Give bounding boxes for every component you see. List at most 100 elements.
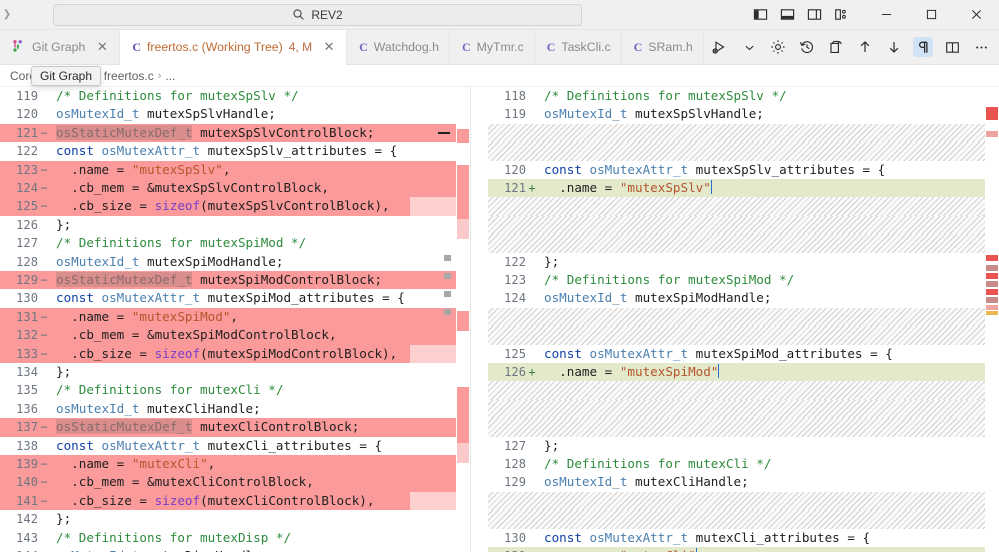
code-line[interactable]: 122}; — [488, 253, 999, 271]
chevron-down-icon[interactable] — [739, 37, 759, 57]
split-editor-icon[interactable] — [942, 37, 962, 57]
code-line[interactable]: 138 const osMutexAttr_t mutexCli_attribut… — [0, 437, 470, 455]
original-overview-ruler[interactable] — [456, 87, 470, 552]
code-line[interactable]: 133− .cb_size = sizeof(mutexSpiModContro… — [0, 344, 470, 363]
code-line[interactable]: 123 /* Definitions for mutexSpiMod */ — [488, 271, 999, 289]
code-line-content: }; — [52, 216, 470, 234]
code-line[interactable]: 137− osStaticMutexDef_t mutexCliControlBl… — [0, 418, 470, 437]
code-line-content: .name = "mutexSpiMod" — [540, 363, 999, 382]
toggle-primary-sidebar-icon[interactable] — [752, 6, 769, 23]
code-line[interactable] — [488, 123, 999, 143]
code-line[interactable]: 126 + .name = "mutexSpiMod" — [488, 363, 999, 382]
code-line[interactable]: 120 osMutexId_t mutexSpSlvHandle; — [0, 105, 470, 123]
arrow-up-icon[interactable] — [855, 37, 875, 57]
code-token: const — [544, 529, 582, 545]
code-line[interactable]: 121− osStaticMutexDef_t mutexSpSlvControl… — [0, 123, 470, 143]
line-number-value: 121 — [16, 125, 38, 140]
code-line[interactable]: 124 osMutexId_t mutexSpiModHandle; — [488, 289, 999, 307]
history-icon[interactable] — [797, 37, 817, 57]
code-line[interactable] — [488, 326, 999, 345]
code-line[interactable] — [488, 510, 999, 529]
back-chevron-icon[interactable]: ❯ — [0, 9, 14, 20]
diff-pane-divider[interactable] — [470, 87, 488, 552]
editor-tab-taskcli-c[interactable]: C TaskCli.c — [535, 30, 622, 64]
code-line[interactable]: 118 /* Definitions for mutexSpSlv */ — [488, 87, 999, 105]
code-line[interactable]: 142}; — [0, 510, 470, 528]
code-line[interactable]: 129 osMutexId_t mutexCliHandle; — [488, 473, 999, 491]
code-line[interactable]: 122 const osMutexAttr_t mutexSpSlv_attrib… — [0, 142, 470, 160]
code-line[interactable]: 143 /* Definitions for mutexDisp */ — [0, 529, 470, 547]
discard-changes-icon[interactable] — [826, 37, 846, 57]
editor-tab-freertos-c-working-tree[interactable]: Cfreertos.c (Working Tree) 4, M ✕ — [120, 30, 348, 65]
toggle-panel-icon[interactable] — [779, 6, 796, 23]
code-line[interactable]: 132− .cb_mem = &mutexSpiModControlBlock, — [0, 326, 470, 345]
search-input[interactable]: REV2 — [53, 3, 582, 26]
code-token: mutexSpSlv_attributes = { — [688, 161, 886, 177]
code-line[interactable] — [488, 418, 999, 437]
breadcrumb-item-more[interactable]: ... — [165, 69, 175, 83]
code-line[interactable]: 126}; — [0, 216, 470, 234]
diff-pane-modified[interactable]: 118 /* Definitions for mutexSpSlv */ 119 os… — [488, 87, 999, 552]
code-line[interactable]: 144 osMutexId_t mutexDispHandle; — [0, 547, 470, 552]
code-line[interactable] — [488, 491, 999, 511]
whitespace-icon[interactable] — [913, 37, 933, 57]
code-line[interactable]: 127}; — [488, 437, 999, 455]
diff-pane-original[interactable]: 119 /* Definitions for mutexSpSlv */ 120 os… — [0, 87, 470, 552]
code-line[interactable] — [488, 197, 999, 216]
code-line[interactable]: 128 /* Definitions for mutexCli */ — [488, 455, 999, 473]
arrow-down-icon[interactable] — [884, 37, 904, 57]
line-number: 133− — [0, 345, 52, 363]
code-line[interactable]: 129− osStaticMutexDef_t mutexSpiModContro… — [0, 271, 470, 290]
revert-change-button[interactable] — [436, 127, 452, 140]
editor-tab-sram-h[interactable]: C SRam.h — [622, 30, 704, 64]
code-line[interactable]: 139− .name = "mutexCli", — [0, 455, 470, 474]
code-line[interactable]: 127 /* Definitions for mutexSpiMod */ — [0, 234, 470, 252]
minimize-button[interactable] — [864, 0, 909, 30]
editor-tab-mytmr-c[interactable]: C MyTmr.c — [450, 30, 535, 64]
more-actions-icon[interactable] — [971, 37, 991, 57]
code-line[interactable]: 125− .cb_size = sizeof(mutexSpSlvControl… — [0, 197, 470, 216]
code-line[interactable]: 136 osMutexId_t mutexCliHandle; — [0, 400, 470, 418]
line-number: 140− — [0, 473, 52, 491]
gear-icon[interactable] — [768, 37, 788, 57]
code-line[interactable]: 141− .cb_size = sizeof(mutexCliControlBl… — [0, 491, 470, 511]
code-line[interactable]: 130 const osMutexAttr_t mutexSpiMod_attri… — [0, 289, 470, 307]
overview-ruler-mark — [986, 311, 998, 315]
code-line[interactable] — [488, 142, 999, 161]
maximize-button[interactable] — [909, 0, 954, 30]
editor-tab-watchdog-h[interactable]: C Watchdog.h — [347, 30, 450, 64]
code-line[interactable]: 120 const osMutexAttr_t mutexSpSlv_attrib… — [488, 161, 999, 179]
run-and-debug-icon[interactable] — [710, 37, 730, 57]
code-token: , — [207, 456, 216, 471]
original-minimap[interactable] — [444, 87, 454, 552]
code-line[interactable]: 124− .cb_mem = &mutexSpSlvControlBlock, — [0, 179, 470, 198]
code-line[interactable]: 119 /* Definitions for mutexSpSlv */ — [0, 87, 470, 105]
line-number: 139− — [0, 455, 52, 473]
code-line[interactable]: 131+ .name = "mutexCli" — [488, 547, 999, 552]
toggle-secondary-sidebar-icon[interactable] — [806, 6, 823, 23]
code-line[interactable]: 119 osMutexId_t mutexSpSlvHandle; — [488, 105, 999, 123]
line-number-value: 124 — [504, 291, 526, 306]
editor-tab-git-graph[interactable]: Git Graph ✕ — [0, 30, 121, 64]
code-line[interactable]: 125 const osMutexAttr_t mutexSpiMod_attri… — [488, 345, 999, 363]
code-line[interactable] — [488, 399, 999, 419]
line-number: 136 — [0, 400, 52, 418]
code-line[interactable]: 130 const osMutexAttr_t mutexCli_attribut… — [488, 529, 999, 547]
breadcrumb-item-file[interactable]: freertos.c — [104, 69, 154, 83]
code-line[interactable]: 140− .cb_mem = &mutexCliControlBlock, — [0, 473, 470, 492]
code-line[interactable]: 128 osMutexId_t mutexSpiModHandle; — [0, 253, 470, 271]
customize-layout-icon[interactable] — [833, 6, 850, 23]
code-line[interactable]: 135 /* Definitions for mutexCli */ — [0, 381, 470, 399]
code-line[interactable] — [488, 234, 999, 253]
close-button[interactable] — [954, 0, 999, 30]
code-line[interactable]: 134}; — [0, 363, 470, 381]
code-line[interactable]: 121 + .name = "mutexSpSlv" — [488, 179, 999, 198]
code-line[interactable] — [488, 381, 999, 400]
code-line[interactable] — [488, 215, 999, 235]
modified-overview-ruler[interactable] — [985, 87, 999, 552]
code-line[interactable]: 131− .name = "mutexSpiMod", — [0, 307, 470, 327]
code-line[interactable] — [488, 307, 999, 327]
close-icon[interactable]: ✕ — [95, 39, 109, 55]
code-line[interactable]: 123− .name = "mutexSpSlv", — [0, 160, 470, 179]
close-icon[interactable]: ✕ — [322, 39, 336, 55]
